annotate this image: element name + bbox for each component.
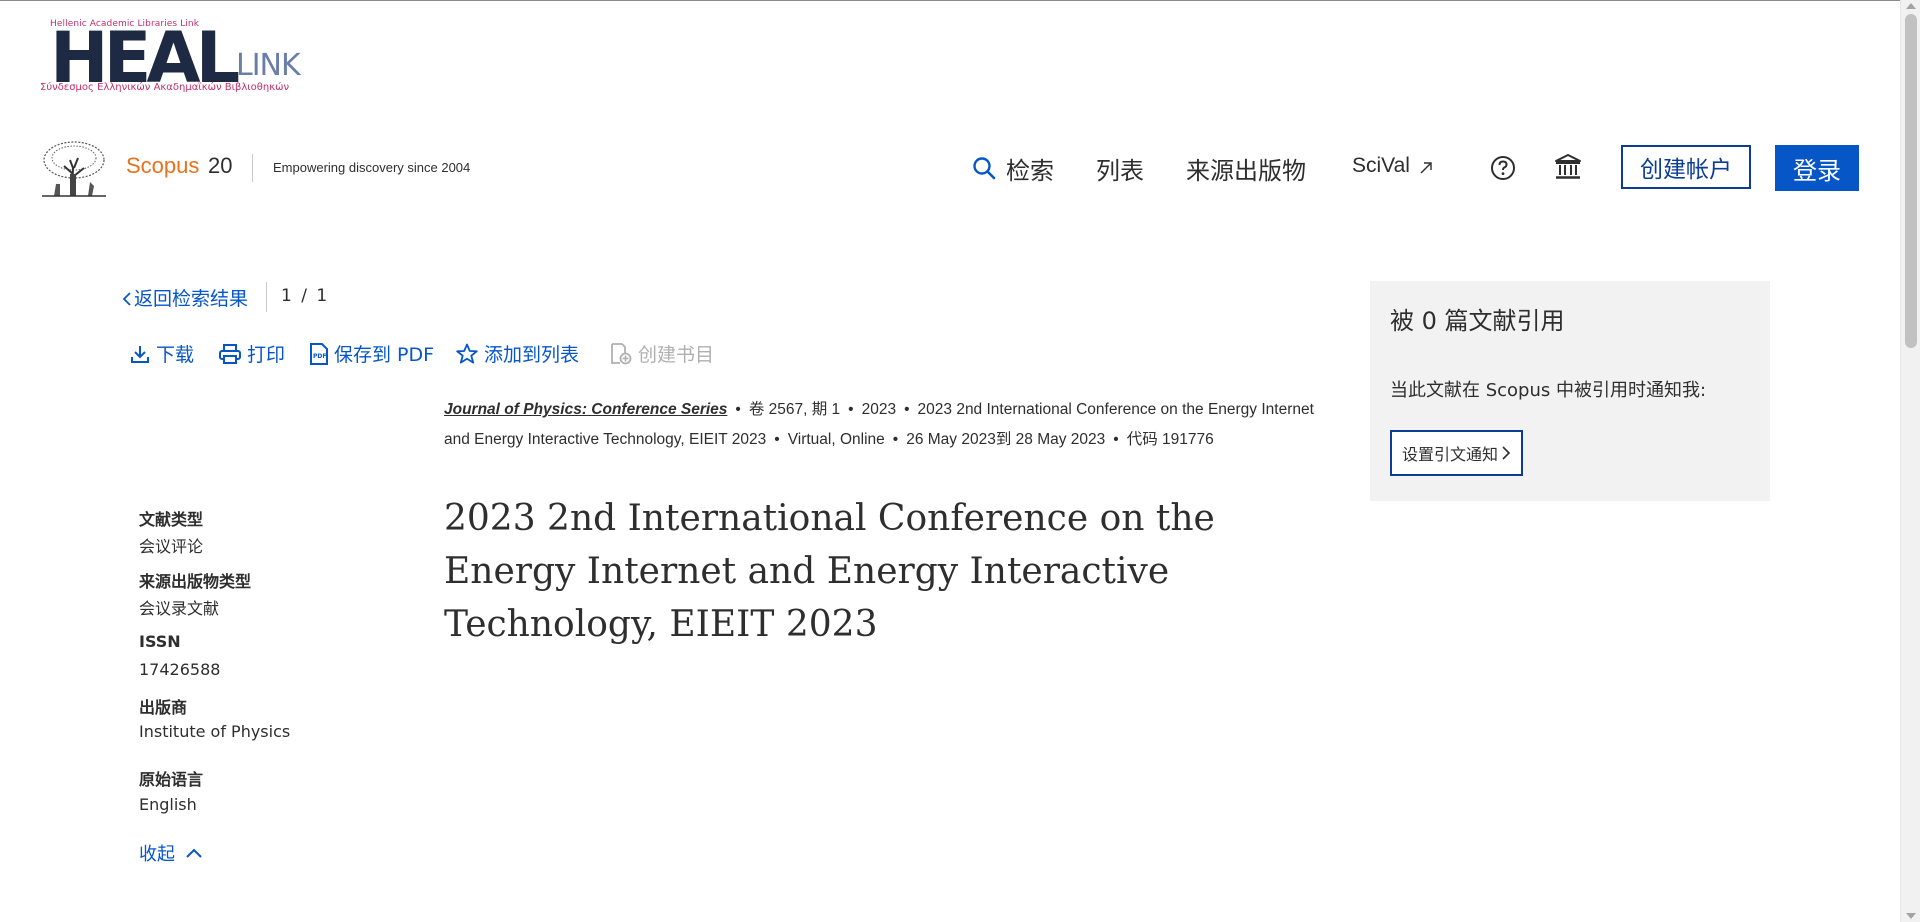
publisher-value: Institute of Physics	[139, 722, 291, 741]
pdf-icon: PDF	[310, 342, 328, 365]
publication-year: 2023	[861, 401, 897, 418]
back-label: 返回检索结果	[134, 288, 249, 310]
nav-sources[interactable]: 来源出版物	[1186, 151, 1306, 186]
tagline: Empowering discovery since 2004	[273, 160, 471, 175]
conference-dates: 26 May 2023到 28 May 2023	[906, 431, 1106, 448]
language-label: 原始语言	[139, 770, 204, 789]
search-icon[interactable]	[972, 156, 996, 180]
external-link-icon	[1420, 162, 1432, 174]
page: Hellenic Academic Libraries Link HEAL LI…	[0, 0, 1900, 922]
print-button[interactable]: 打印	[219, 340, 285, 367]
page-scrollbar[interactable]	[1900, 0, 1920, 922]
scroll-down-arrow-icon[interactable]	[1906, 913, 1916, 919]
chevron-up-icon	[186, 848, 202, 858]
add-to-list-label: 添加到列表	[484, 344, 580, 366]
result-pager: 1 / 1	[281, 286, 330, 306]
elsevier-tree-logo-icon[interactable]	[40, 138, 108, 198]
chevron-left-icon	[122, 292, 131, 306]
bibliography-icon	[611, 342, 632, 364]
download-label: 下载	[156, 344, 195, 366]
scopus-brand[interactable]: Scopus	[126, 153, 199, 179]
doc-type-label: 文献类型	[139, 510, 204, 529]
source-info: Journal of Physics: Conference Series • 卷 …	[444, 401, 1314, 448]
source-type-label: 来源出版物类型	[139, 572, 252, 591]
heallink-greek-text: Σύνδεσμος Ελληνικών Ακαδημαϊκών Βιβλιοθη…	[40, 82, 290, 93]
publisher-label: 出版商	[139, 698, 188, 717]
institution-icon[interactable]	[1554, 153, 1582, 181]
cited-by-panel: 被 0 篇文献引用 当此文献在 Scopus 中被引用时通知我: 设置引文通知	[1370, 281, 1770, 501]
create-bibliography-button[interactable]: 创建书目	[610, 340, 714, 367]
brand-divider	[252, 154, 253, 182]
conference-code: 代码 191776	[1126, 431, 1214, 448]
doc-type-value: 会议评论	[139, 537, 204, 556]
star-icon	[456, 343, 478, 364]
set-citation-alert-label: 设置引文通知	[1402, 445, 1499, 464]
scopus-20-years: 20	[208, 153, 233, 178]
nav-search[interactable]: 检索	[1006, 151, 1054, 186]
download-button[interactable]: 下载	[130, 340, 194, 367]
journal-link[interactable]: Journal of Physics: Conference Series	[444, 401, 727, 418]
printer-icon	[219, 343, 241, 364]
create-bibliography-label: 创建书目	[638, 344, 715, 366]
add-to-list-button[interactable]: 添加到列表	[456, 340, 579, 367]
login-button[interactable]: 登录	[1775, 145, 1859, 191]
site-header: Scopus 20 Empowering discovery since 200…	[0, 134, 1900, 200]
citation-notify-text: 当此文献在 Scopus 中被引用时通知我:	[1390, 380, 1707, 401]
language-value: English	[139, 795, 197, 814]
scroll-up-arrow-icon[interactable]	[1906, 3, 1916, 9]
collapse-button[interactable]: 收起	[139, 840, 203, 866]
heallink-link-text: LINK	[236, 48, 301, 83]
nav-lists[interactable]: 列表	[1096, 151, 1144, 186]
set-citation-alert-button[interactable]: 设置引文通知	[1390, 430, 1524, 476]
collapse-label: 收起	[139, 844, 175, 865]
save-pdf-button[interactable]: PDF 保存到 PDF	[310, 340, 434, 367]
top-border	[0, 0, 1900, 1]
help-icon[interactable]	[1490, 155, 1516, 181]
scroll-thumb[interactable]	[1905, 14, 1917, 348]
cited-by-title: 被 0 篇文献引用	[1390, 307, 1565, 335]
print-label: 打印	[247, 344, 286, 366]
back-to-results-link[interactable]: 返回检索结果	[122, 284, 248, 311]
chevron-right-icon	[1502, 446, 1511, 460]
create-account-button[interactable]: 创建帐户	[1621, 145, 1751, 189]
source-type-value: 会议录文献	[139, 599, 220, 618]
svg-text:PDF: PDF	[313, 353, 326, 360]
nav-scival[interactable]: SciVal	[1352, 154, 1410, 178]
conference-location: Virtual, Online	[787, 431, 885, 448]
document-title: 2023 2nd International Conference on the…	[444, 498, 1215, 645]
save-pdf-label: 保存到 PDF	[334, 344, 435, 366]
volume-issue: 卷 2567, 期 1	[748, 401, 841, 418]
heallink-logo[interactable]: Hellenic Academic Libraries Link HEAL LI…	[38, 18, 308, 100]
back-divider	[266, 282, 267, 312]
issn-label: ISSN	[139, 632, 181, 651]
issn-value: 17426588	[139, 660, 221, 679]
download-icon	[131, 345, 149, 363]
